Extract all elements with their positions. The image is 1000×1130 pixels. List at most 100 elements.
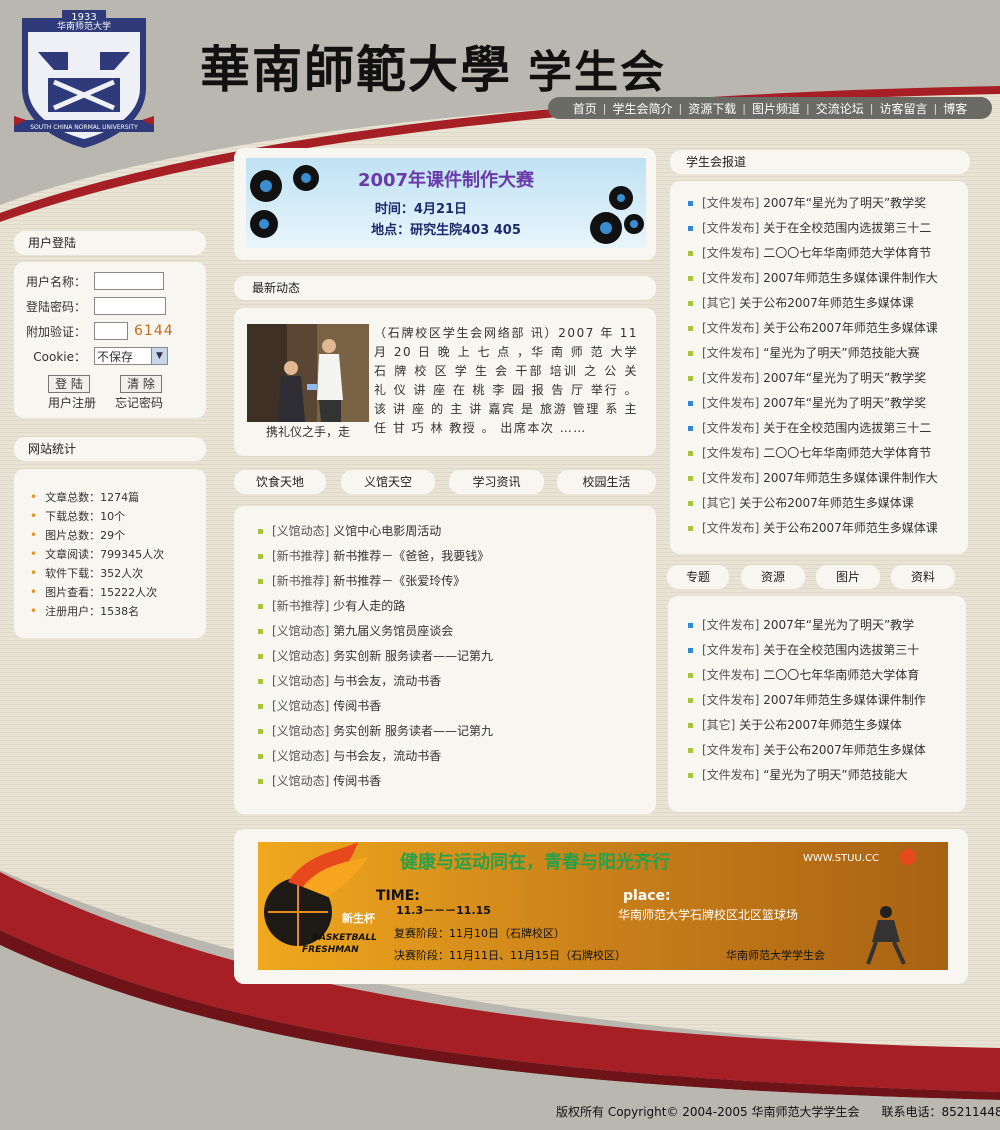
list-item[interactable]: [文件发布] 2007年“星光为了明天”教学 <box>688 613 950 638</box>
list-item[interactable]: [文件发布] 关于在全校范围内选拔第三十二 <box>688 416 960 441</box>
list-item[interactable]: [新书推荐] 新书推荐－《爸爸，我要钱》 <box>258 544 648 569</box>
banner2-slogan: 健康与运动同在，青春与阳光齐行 <box>400 851 670 873</box>
verify-label: 附加验证： <box>25 324 86 339</box>
nav-about[interactable]: 学生会简介 <box>607 100 679 117</box>
tab-library[interactable]: 义馆天空 <box>341 470 435 494</box>
password-row: 登陆密码： <box>22 297 166 315</box>
cookie-label: Cookie： <box>33 349 86 364</box>
bullet-icon <box>688 376 693 381</box>
list-item[interactable]: [其它] 关于公布2007年师范生多媒体 <box>688 713 950 738</box>
list-item[interactable]: [文件发布] 2007年师范生多媒体课件制作大 <box>688 466 960 491</box>
stats-item: 文章阅读：799345人次 <box>30 545 164 564</box>
footer: 版权所有 Copyright© 2004-2005 华南师范大学学生会 联系电话：… <box>556 1103 1000 1120</box>
nav-forum[interactable]: 交流论坛 <box>810 100 870 117</box>
list-item[interactable]: [文件发布] “星光为了明天”师范技能大赛 <box>688 341 960 366</box>
banner2-en2: FRESHMAN <box>302 945 359 955</box>
bullet-icon <box>688 251 693 256</box>
list-item[interactable]: [义馆动态] 义馆中心电影周活动 <box>258 519 648 544</box>
footer-phone: 联系电话：85211448 <box>881 1105 1000 1119</box>
list-item[interactable]: [文件发布] 关于公布2007年师范生多媒体课 <box>688 316 960 341</box>
latest-title: 最新动态 <box>234 276 656 300</box>
courseware-contest-banner[interactable]: 2007年课件制作大赛 时间：4月21日 地点：研究生院403 405 <box>246 158 646 248</box>
banner1-title: 2007年课件制作大赛 <box>358 169 535 191</box>
list-item[interactable]: [新书推荐] 新书推荐－《张爱玲传》 <box>258 569 648 594</box>
banner1-time: 时间：4月21日 <box>375 201 467 217</box>
bullet-icon <box>688 401 693 406</box>
report-title: 学生会报道 <box>670 150 970 174</box>
list-item[interactable]: [其它] 关于公布2007年师范生多媒体课 <box>688 491 960 516</box>
banner2-place-value: 华南师范大学石牌校区北区篮球场 <box>618 907 798 922</box>
tab-resources[interactable]: 资源 <box>741 565 805 589</box>
university-logo[interactable]: 1933 华南师范大学 SOUTH CHINA NORMAL UNIVERSIT… <box>14 8 154 150</box>
stats-item: 下载总数：10个 <box>30 507 164 526</box>
nav-home[interactable]: 首页 <box>567 100 603 117</box>
list-item[interactable]: [文件发布] 2007年“星光为了明天”教学奖 <box>688 391 960 416</box>
list-item[interactable]: [新书推荐] 少有人走的路 <box>258 594 648 619</box>
banner2-time-value: 11.3－－－11.15 <box>396 904 491 917</box>
list-item[interactable]: [义馆动态] 务实创新 服务读者——记第九 <box>258 644 648 669</box>
list-item[interactable]: [其它] 关于公布2007年师范生多媒体课 <box>688 291 960 316</box>
list-item[interactable]: [义馆动态] 与书会友，流动书香 <box>258 744 648 769</box>
register-link[interactable]: 用户注册 <box>48 394 96 411</box>
list-item[interactable]: [义馆动态] 第九届义务馆员座谈会 <box>258 619 648 644</box>
tab-materials[interactable]: 资料 <box>891 565 955 589</box>
login-button[interactable]: 登 陆 <box>48 375 90 393</box>
banner2-stage2: 决赛阶段：11月11日、11月15日（石牌校区） <box>394 948 626 962</box>
bullet-icon <box>258 604 263 609</box>
list-item[interactable]: [文件发布] 2007年“星光为了明天”教学奖 <box>688 366 960 391</box>
stats-list: 文章总数：1274篇 下载总数：10个 图片总数：29个 文章阅读：799345… <box>30 488 164 621</box>
list-item[interactable]: [义馆动态] 务实创新 服务读者——记第九 <box>258 719 648 744</box>
list-item[interactable]: [文件发布] 二〇〇七年华南师范大学体育 <box>688 663 950 688</box>
cookie-select[interactable]: 不保存 ▼ <box>94 347 168 365</box>
list-item[interactable]: [义馆动态] 与书会友，流动书香 <box>258 669 648 694</box>
banner2-place-label: place: <box>623 888 671 904</box>
verify-input[interactable] <box>94 322 128 340</box>
nav-blog[interactable]: 博客 <box>937 100 973 117</box>
nav-downloads[interactable]: 资源下载 <box>682 100 742 117</box>
list-item[interactable]: [文件发布] 2007年师范生多媒体课件制作 <box>688 688 950 713</box>
basketball-banner[interactable]: 健康与运动同在，青春与阳光齐行 WWW.STUU.CC TIME: 11.3－－… <box>258 842 948 970</box>
tab-topics[interactable]: 专题 <box>667 565 729 589</box>
bullet-icon <box>688 226 693 231</box>
report-list: [文件发布] 2007年“星光为了明天”教学奖 [文件发布] 关于在全校范围内选拔… <box>688 191 960 541</box>
banner2-org: 华南师范大学学生会 <box>726 948 825 962</box>
list-item[interactable]: [文件发布] 关于公布2007年师范生多媒体 <box>688 738 950 763</box>
list-item[interactable]: [文件发布] 关于公布2007年师范生多媒体课 <box>688 516 960 541</box>
tab-study[interactable]: 学习资讯 <box>449 470 544 494</box>
list-item[interactable]: [义馆动态] 传阅书香 <box>258 769 648 794</box>
bullet-icon <box>258 554 263 559</box>
list-item[interactable]: [文件发布] 二〇〇七年华南师范大学体育节 <box>688 241 960 266</box>
news-photo[interactable] <box>247 324 369 422</box>
bullet-icon <box>258 754 263 759</box>
bullet-icon <box>258 529 263 534</box>
list-item[interactable]: [文件发布] “星光为了明天”师范技能大 <box>688 763 950 788</box>
bullet-icon <box>258 579 263 584</box>
nav-photos[interactable]: 图片频道 <box>746 100 806 117</box>
list-item[interactable]: [义馆动态] 传阅书香 <box>258 694 648 719</box>
photo-caption[interactable]: 携礼仪之手，走 <box>247 423 369 440</box>
bullet-icon <box>688 351 693 356</box>
username-row: 用户名称： <box>22 272 164 290</box>
latest-news-text[interactable]: （石牌校区学生会网络部 讯）2007 年 11 月 20 日 晚 上 七 点 ，… <box>374 324 638 438</box>
bullet-icon <box>688 276 693 281</box>
bullet-icon <box>688 748 693 753</box>
clear-button[interactable]: 清 除 <box>120 375 162 393</box>
list-item[interactable]: [文件发布] 关于在全校范围内选拔第三十二 <box>688 216 960 241</box>
cookie-row: Cookie： 不保存 ▼ <box>22 347 168 365</box>
list-item[interactable]: [文件发布] 二〇〇七年华南师范大学体育节 <box>688 441 960 466</box>
banner2-time-label: TIME: <box>376 888 420 904</box>
list-item[interactable]: [文件发布] 关于在全校范围内选拔第三十 <box>688 638 950 663</box>
password-input[interactable] <box>94 297 166 315</box>
tab-campus[interactable]: 校园生活 <box>557 470 656 494</box>
tab-food[interactable]: 饮食天地 <box>234 470 326 494</box>
bullet-icon <box>258 729 263 734</box>
logo-name: 华南师范大学 <box>57 20 111 32</box>
bullet-icon <box>688 501 693 506</box>
nav-guestbook[interactable]: 访客留言 <box>873 100 933 117</box>
username-input[interactable] <box>94 272 164 290</box>
forgot-password-link[interactable]: 忘记密码 <box>115 394 163 411</box>
tab-pictures[interactable]: 图片 <box>816 565 880 589</box>
list-item[interactable]: [文件发布] 2007年“星光为了明天”教学奖 <box>688 191 960 216</box>
banner2-en1: BASKETBALL <box>312 933 377 943</box>
list-item[interactable]: [文件发布] 2007年师范生多媒体课件制作大 <box>688 266 960 291</box>
